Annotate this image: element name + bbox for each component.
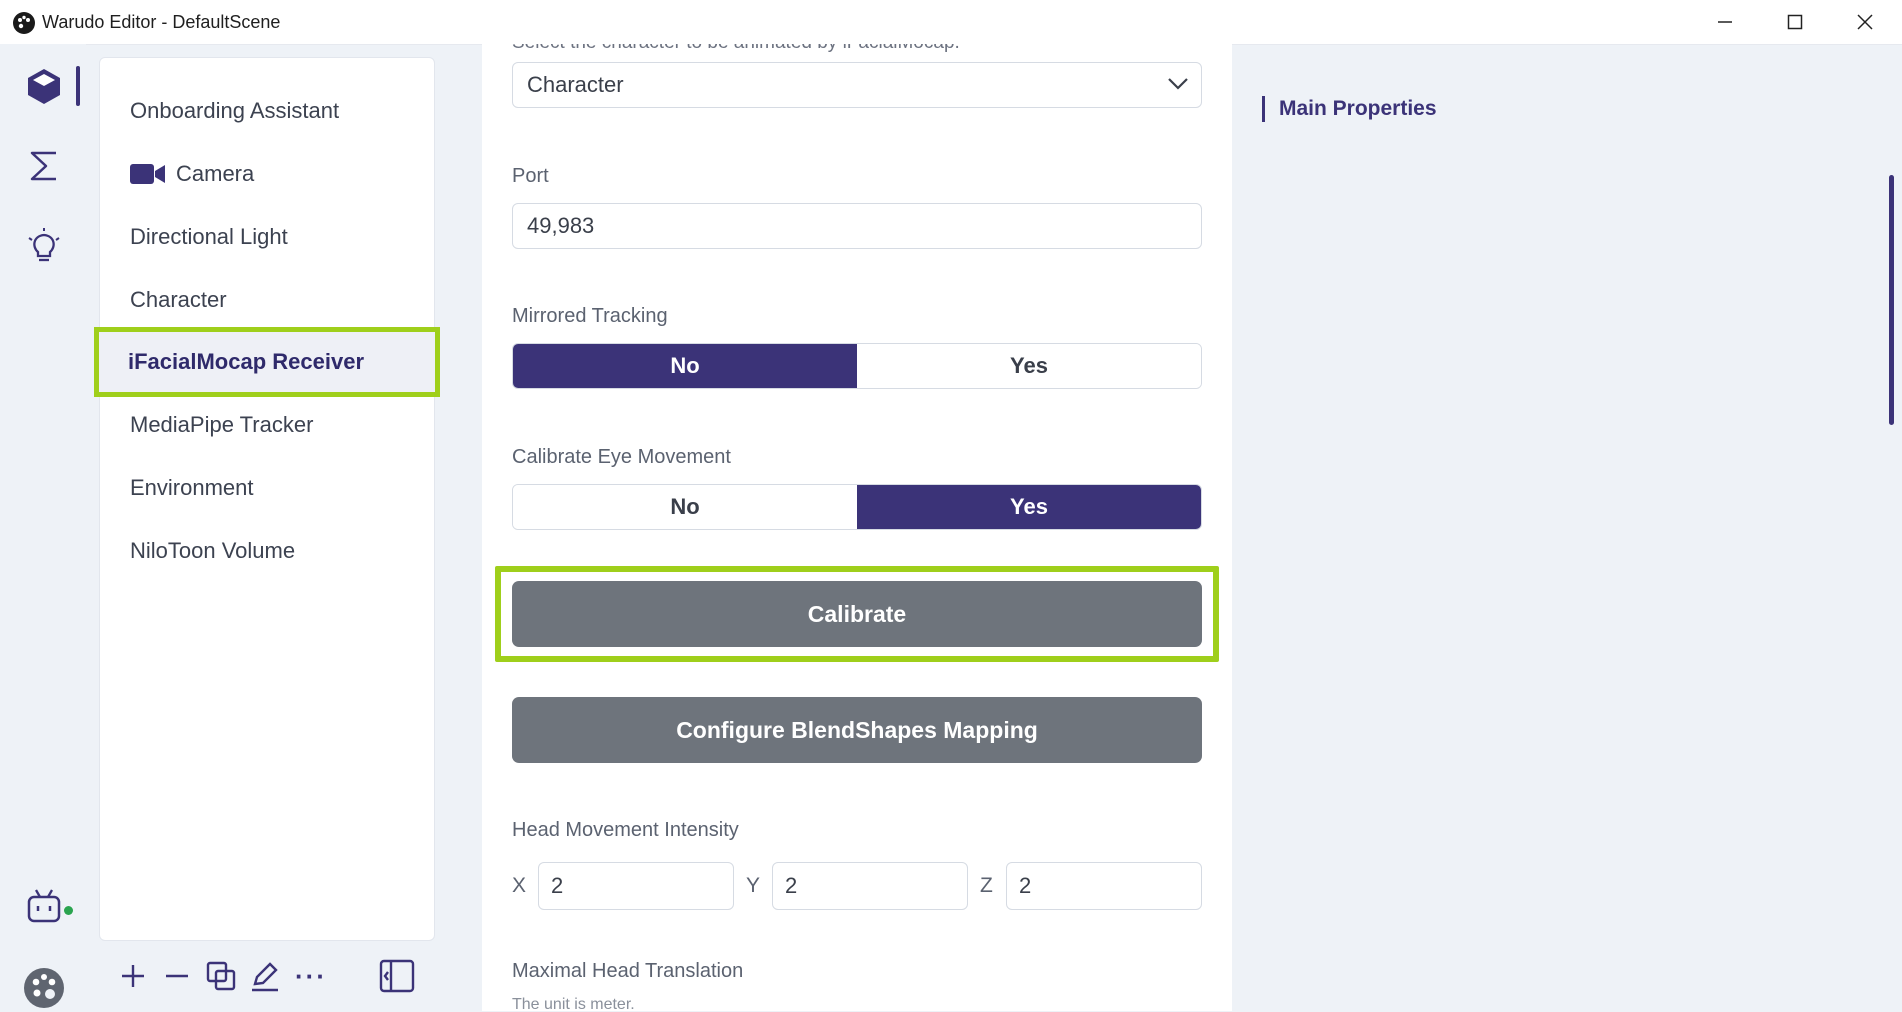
outline-item-label: Main Properties [1279,97,1437,120]
calibrate-button[interactable]: Calibrate [512,581,1202,647]
sigma-icon [30,151,56,181]
outline-item-main-properties[interactable]: Main Properties [1262,96,1437,122]
rail-ideas-button[interactable] [20,222,68,270]
head-intensity-y-value: 2 [785,873,798,898]
configure-blendshapes-button[interactable]: Configure BlendShapes Mapping [512,697,1202,763]
maximize-icon [1787,14,1803,30]
palette-icon [24,968,64,1008]
rail-account-button[interactable] [20,964,68,1012]
camera-icon [130,164,165,184]
collapse-panel-button[interactable] [377,956,417,996]
scene-asset-list: Onboarding Assistant Camera Directional … [94,57,440,941]
scene-item-nilotoon-volume[interactable]: NiloToon Volume [100,520,434,582]
mirrored-tracking-toggle: No Yes [512,343,1202,389]
scene-item-label: Environment [130,475,254,500]
minimize-button[interactable] [1690,0,1760,44]
cube-icon [28,69,60,104]
head-intensity-x-value: 2 [551,873,564,898]
rail-bot-button[interactable] [20,882,68,930]
collapse-panel-icon [379,959,415,993]
left-icon-rail [0,44,86,1011]
scene-item-directional-light[interactable]: Directional Light [100,206,434,268]
port-input[interactable]: 49,983 [512,203,1202,249]
close-button[interactable] [1830,0,1900,44]
edit-icon [252,962,278,992]
remove-asset-button[interactable] [157,956,197,996]
z-axis-label: Z [980,874,993,897]
scrollbar-thumb[interactable] [1889,175,1894,425]
warudo-logo-icon [13,12,35,34]
scene-item-label: Directional Light [130,224,288,249]
x-axis-label: X [512,874,527,897]
port-value: 49,983 [527,213,595,238]
port-label: Port [512,165,549,187]
head-intensity-y-input[interactable]: 2 [772,862,968,910]
scene-item-label: Camera [176,161,255,186]
scene-item-ifacialmocap-receiver[interactable]: iFacialMocap Receiver [94,327,440,397]
properties-panel: Select the character to be animated by i… [482,44,1232,1011]
head-intensity-vector: X 2 Y 2 Z 2 [512,862,1202,910]
scene-item-label: Character [130,287,227,312]
rename-asset-button[interactable] [245,956,285,996]
rail-scene-button[interactable] [20,62,68,110]
scene-item-camera[interactable]: Camera [100,143,434,205]
scene-item-label: Onboarding Assistant [130,98,340,123]
lightbulb-icon [28,228,60,262]
head-intensity-label: Head Movement Intensity [512,819,739,841]
title-bar: Warudo Editor - DefaultScene [0,0,1902,45]
calibrate-eye-yes[interactable]: Yes [857,485,1201,529]
bot-icon [27,889,61,923]
rail-blueprint-button[interactable] [20,142,68,190]
more-options-button[interactable]: ··· [289,956,333,996]
character-select-value: Character [527,72,624,97]
scene-item-mediapipe-tracker[interactable]: MediaPipe Tracker [100,394,434,456]
scene-list-toolbar: ··· [99,950,433,1002]
scene-item-label: NiloToon Volume [130,538,296,563]
max-head-translation-label: Maximal Head Translation [512,960,744,982]
close-icon [1857,14,1873,30]
head-intensity-z-input[interactable]: 2 [1006,862,1202,910]
calibrate-eye-toggle: No Yes [512,484,1202,530]
head-intensity-x-input[interactable]: 2 [538,862,734,910]
chevron-down-icon [1168,78,1188,90]
plus-icon [122,965,144,987]
calibrate-eye-label: Calibrate Eye Movement [512,446,731,468]
mirrored-tracking-no[interactable]: No [513,344,857,388]
calibrate-eye-no[interactable]: No [513,485,857,529]
head-intensity-z-value: 2 [1019,873,1032,898]
maximize-button[interactable] [1760,0,1830,44]
minus-icon [166,974,188,978]
scene-item-character[interactable]: Character [100,269,434,331]
more-icon: ··· [295,960,327,991]
y-axis-label: Y [746,874,761,897]
online-status-dot [64,906,73,915]
scene-item-environment[interactable]: Environment [100,457,434,519]
duplicate-icon [206,961,236,991]
scene-item-label: MediaPipe Tracker [130,412,314,437]
character-description: Select the character to be animated by i… [512,44,960,54]
window-title: Warudo Editor - DefaultScene [42,12,281,32]
mirrored-tracking-label: Mirrored Tracking [512,305,668,327]
minimize-icon [1718,21,1732,23]
character-select[interactable]: Character [512,62,1202,108]
scene-item-onboarding-assistant[interactable]: Onboarding Assistant [100,80,434,142]
mirrored-tracking-yes[interactable]: Yes [857,344,1201,388]
duplicate-asset-button[interactable] [201,956,241,996]
max-head-translation-note: The unit is meter. [512,996,635,1011]
scene-item-label: iFacialMocap Receiver [128,349,365,374]
rail-active-indicator [76,66,80,106]
add-asset-button[interactable] [113,956,153,996]
